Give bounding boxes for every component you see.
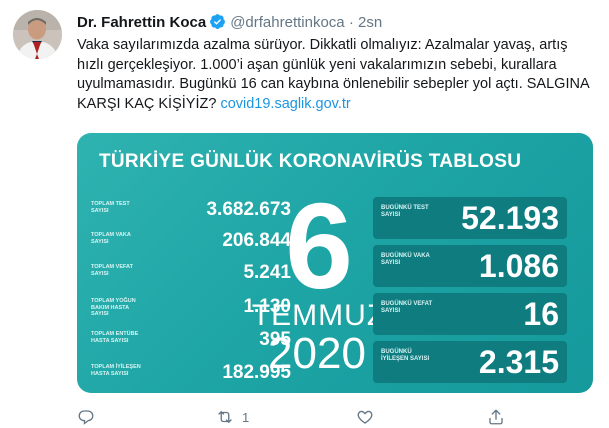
total-label: TOPLAM ENTÜBE HASTA SAYISI <box>91 331 139 344</box>
today-box: BUGÜNKÜ TEST SAYISI 52.193 <box>373 197 567 239</box>
today-value: 52.193 <box>461 200 559 236</box>
tweet-actions: 1 <box>77 406 577 428</box>
today-box: BUGÜNKÜ VEFAT SAYISI 16 <box>373 293 567 335</box>
today-box: BUGÜNKÜ VAKA SAYISI 1.086 <box>373 245 567 287</box>
tweet-time[interactable]: 2sn <box>358 14 382 31</box>
like-button[interactable] <box>356 406 374 428</box>
tweet-link[interactable]: covid19.saglik.gov.tr <box>220 96 350 112</box>
thread-line <box>16 410 27 428</box>
infographic-card[interactable]: TÜRKİYE GÜNLÜK KORONAVİRÜS TABLOSU TOPLA… <box>77 133 593 393</box>
today-value: 2.315 <box>478 344 559 380</box>
retweet-button[interactable]: 1 <box>216 406 249 428</box>
separator-dot: · <box>348 14 354 31</box>
today-box: BUGÜNKÜ İYİLEŞEN SAYISI 2.315 <box>373 341 567 383</box>
reply-button[interactable] <box>77 406 95 428</box>
verified-badge-icon <box>210 14 226 29</box>
total-label: TOPLAM İYİLEŞEN HASTA SAYISI <box>91 364 141 377</box>
date-month: TEMMUZ <box>251 299 387 332</box>
total-label: TOPLAM VAKA SAYISI <box>91 232 131 245</box>
avatar-image <box>13 10 62 59</box>
today-value: 16 <box>523 296 559 332</box>
total-label: TOPLAM VEFAT SAYISI <box>91 264 133 277</box>
retweet-icon <box>218 411 232 423</box>
retweet-count: 1 <box>242 409 250 425</box>
tweet-header: Dr. Fahrettin Koca @drfahrettinkoca · 2sn <box>77 13 382 32</box>
total-label: TOPLAM TEST SAYISI <box>91 201 130 214</box>
date-day: 6 <box>285 178 353 314</box>
share-icon <box>489 409 503 425</box>
today-value: 1.086 <box>478 248 559 284</box>
today-label: BUGÜNKÜ VAKA SAYISI <box>381 253 430 266</box>
total-label: TOPLAM YOĞUN BAKIM HASTA SAYISI <box>91 298 136 317</box>
author-name[interactable]: Dr. Fahrettin Koca <box>77 14 206 31</box>
card-title: TÜRKİYE GÜNLÜK KORONAVİRÜS TABLOSU <box>99 151 522 172</box>
today-label: BUGÜNKÜ İYİLEŞEN SAYISI <box>381 349 430 362</box>
today-label: BUGÜNKÜ VEFAT SAYISI <box>381 301 433 314</box>
tweet[interactable]: Dr. Fahrettin Koca @drfahrettinkoca · 2sn… <box>0 0 609 428</box>
like-icon <box>357 410 373 424</box>
avatar[interactable] <box>13 10 62 59</box>
author-handle[interactable]: @drfahrettinkoca <box>230 14 344 31</box>
tweet-text: Vaka sayılarımızda azalma sürüyor. Dikka… <box>77 36 597 114</box>
reply-icon <box>78 410 94 425</box>
share-button[interactable] <box>487 406 505 428</box>
date-year: 2020 <box>268 329 366 378</box>
today-label: BUGÜNKÜ TEST SAYISI <box>381 205 429 218</box>
